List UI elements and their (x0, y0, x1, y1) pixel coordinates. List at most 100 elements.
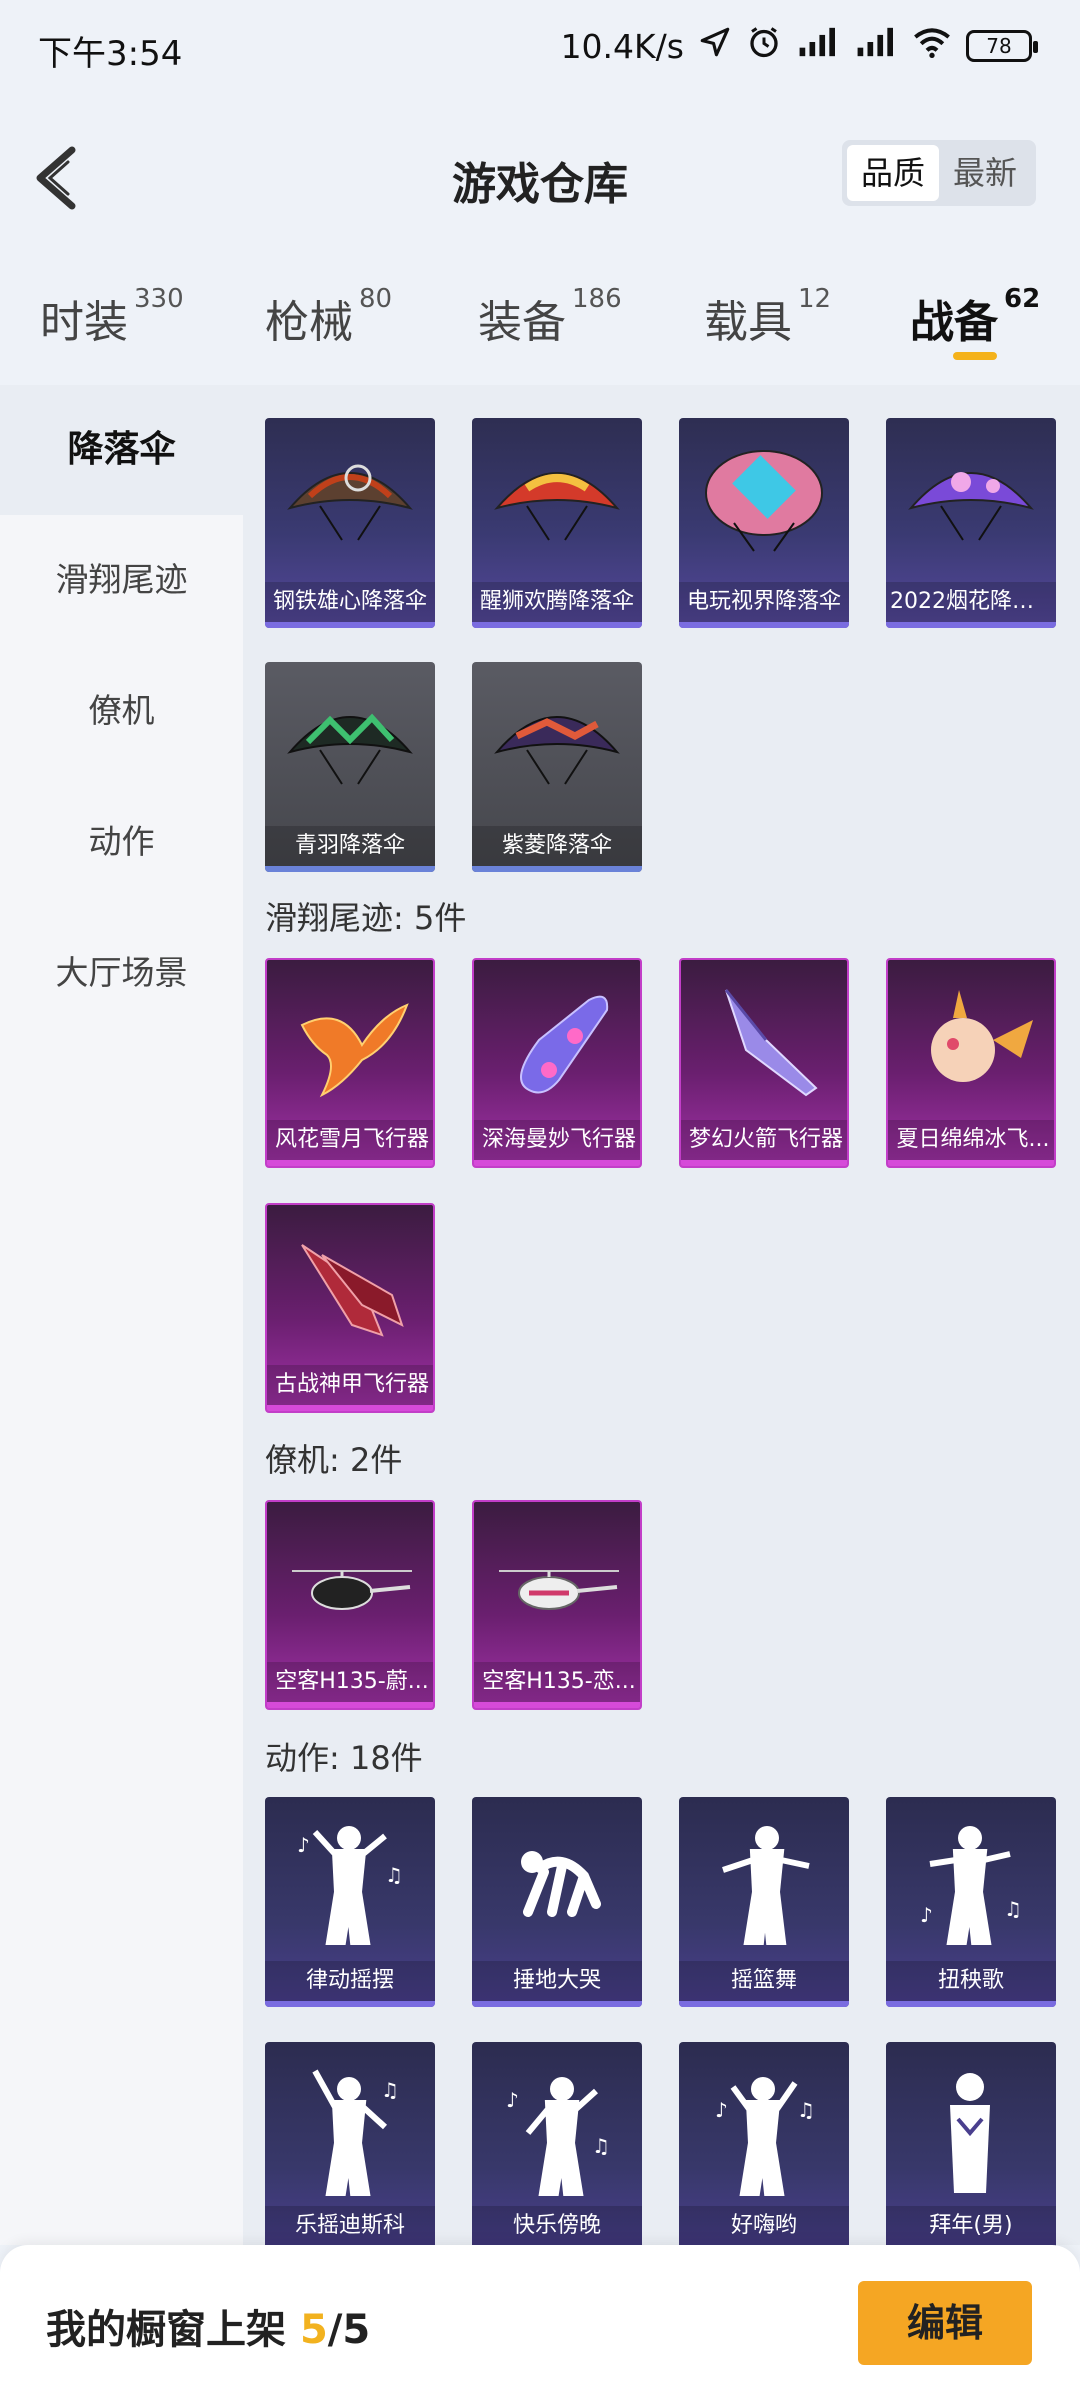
item-card[interactable]: 深海曼妙飞行器 (472, 958, 642, 1168)
item-name: 夏日绵绵冰飞... (888, 1120, 1054, 1160)
tab-equipment[interactable]: 装备 186 (478, 284, 622, 350)
alarm-icon (746, 24, 782, 68)
item-card[interactable]: 2022烟花降落伞 (886, 418, 1056, 628)
item-name: 醒狮欢腾降落伞 (472, 582, 642, 622)
item-name: 空客H135-恋... (474, 1662, 640, 1702)
svg-text:♫: ♫ (797, 2098, 815, 2122)
tab-battle-gear[interactable]: 战备 62 (910, 284, 1041, 350)
dancer-icon (679, 1797, 849, 1967)
svg-text:♫: ♫ (385, 1863, 403, 1887)
rarity-bar (472, 622, 642, 628)
item-card[interactable]: ♪ ♫ 快乐傍晚 (472, 2042, 642, 2252)
showcase-count: 我的橱窗上架 5/5 (46, 2297, 370, 2355)
item-card[interactable]: ♪ ♫ 律动摇摆 (265, 1797, 435, 2007)
item-card[interactable]: ♪ ♫ 好嗨哟 (679, 2042, 849, 2252)
sidebar: 降落伞 滑翔尾迹 僚机 动作 大厅场景 (0, 385, 243, 2245)
rarity-bar (265, 2001, 435, 2007)
item-card[interactable]: ♫ 乐摇迪斯科 (265, 2042, 435, 2252)
sidebar-item-wingman[interactable]: 僚机 (0, 646, 243, 776)
tab-label: 装备 (478, 297, 566, 348)
tab-count: 186 (572, 284, 622, 314)
wifi-icon (912, 25, 952, 67)
item-card[interactable]: ♪ ♫ 扭秧歌 (886, 1797, 1056, 2007)
item-name: 深海曼妙飞行器 (474, 1120, 640, 1160)
item-card[interactable]: 拜年(男) (886, 2042, 1056, 2252)
status-icons: 10.4K/s 78 (561, 24, 1038, 68)
rarity-bar (474, 1160, 640, 1166)
rarity-bar (472, 2001, 642, 2007)
status-bar: 下午3:54 10.4K/s 78 (0, 0, 1080, 90)
parachute-icon (679, 418, 849, 588)
armor-wing-glider-icon (267, 1205, 433, 1375)
signal-icon-1 (796, 25, 840, 67)
showcase-footer: 我的橱窗上架 5/5 编辑 (0, 2245, 1080, 2400)
item-card[interactable]: 古战神甲飞行器 (265, 1203, 435, 1413)
dancer-icon: ♪ ♫ (472, 2042, 642, 2212)
tab-guns[interactable]: 枪械 80 (265, 284, 393, 350)
item-name: 快乐傍晚 (472, 2206, 642, 2246)
sidebar-item-emote[interactable]: 动作 (0, 777, 243, 907)
rarity-bar (472, 866, 642, 872)
rarity-bar (679, 2001, 849, 2007)
item-card[interactable]: 空客H135-蔚... (265, 1500, 435, 1710)
tab-count: 80 (359, 284, 393, 314)
rocket-glider-icon (681, 960, 847, 1130)
svg-text:♫: ♫ (592, 2134, 610, 2158)
tab-fashion[interactable]: 时装 330 (40, 284, 184, 350)
dancer-icon: ♫ (265, 2042, 435, 2212)
item-card[interactable]: 青羽降落伞 (265, 662, 435, 872)
battery-icon: 78 (966, 30, 1038, 62)
parachute-icon (265, 662, 435, 832)
sort-quality-button[interactable]: 品质 (847, 145, 939, 201)
item-name: 拜年(男) (886, 2206, 1056, 2246)
rarity-bar (267, 1702, 433, 1708)
parachute-icon (472, 418, 642, 588)
sidebar-item-parachute[interactable]: 降落伞 (0, 385, 243, 515)
item-name: 摇篮舞 (679, 1961, 849, 2001)
item-card[interactable]: 摇篮舞 (679, 1797, 849, 2007)
tab-count: 62 (1004, 284, 1041, 314)
item-name: 捶地大哭 (472, 1961, 642, 2001)
location-icon (698, 25, 732, 67)
item-name: 青羽降落伞 (265, 826, 435, 866)
item-name: 电玩视界降落伞 (679, 582, 849, 622)
tab-count: 12 (798, 284, 832, 314)
item-name: 梦幻火箭飞行器 (681, 1120, 847, 1160)
tab-vehicles[interactable]: 载具 12 (704, 284, 832, 350)
svg-text:♪: ♪ (506, 2088, 519, 2112)
showcase-current: 5 (299, 2307, 328, 2353)
tab-indicator (953, 352, 997, 360)
svg-text:♫: ♫ (1004, 1897, 1022, 1921)
crying-figure-icon (472, 1797, 642, 1967)
item-card[interactable]: 梦幻火箭飞行器 (679, 958, 849, 1168)
item-card[interactable]: 紫菱降落伞 (472, 662, 642, 872)
rarity-bar (886, 2001, 1056, 2007)
rarity-bar (886, 622, 1056, 628)
section-title-glider: 滑翔尾迹: 5件 (265, 899, 467, 937)
section-title-emote: 动作: 18件 (265, 1739, 423, 1777)
sort-toggle: 品质 最新 (842, 140, 1036, 206)
item-card[interactable]: 夏日绵绵冰飞... (886, 958, 1056, 1168)
edit-button[interactable]: 编辑 (858, 2281, 1032, 2365)
rarity-bar (267, 1405, 433, 1411)
signal-icon-2 (854, 25, 898, 67)
header: 游戏仓库 品质 最新 (0, 90, 1080, 260)
item-card[interactable]: 电玩视界降落伞 (679, 418, 849, 628)
tab-label: 时装 (40, 297, 128, 348)
item-card[interactable]: 捶地大哭 (472, 1797, 642, 2007)
hoverboard-glider-icon (474, 960, 640, 1130)
svg-text:♪: ♪ (920, 1903, 933, 1927)
item-card[interactable]: 空客H135-恋... (472, 1500, 642, 1710)
sort-newest-button[interactable]: 最新 (939, 145, 1031, 201)
rarity-bar (679, 622, 849, 628)
item-name: 古战神甲飞行器 (267, 1365, 433, 1405)
rarity-bar (265, 622, 435, 628)
sidebar-item-glider[interactable]: 滑翔尾迹 (0, 515, 243, 645)
item-name: 律动摇摆 (265, 1961, 435, 2001)
rarity-bar (888, 1160, 1054, 1166)
sidebar-item-lobby-scene[interactable]: 大厅场景 (0, 908, 243, 1038)
item-card[interactable]: 钢铁雄心降落伞 (265, 418, 435, 628)
item-card[interactable]: 醒狮欢腾降落伞 (472, 418, 642, 628)
item-card[interactable]: 风花雪月飞行器 (265, 958, 435, 1168)
status-time: 下午3:54 (38, 34, 183, 74)
